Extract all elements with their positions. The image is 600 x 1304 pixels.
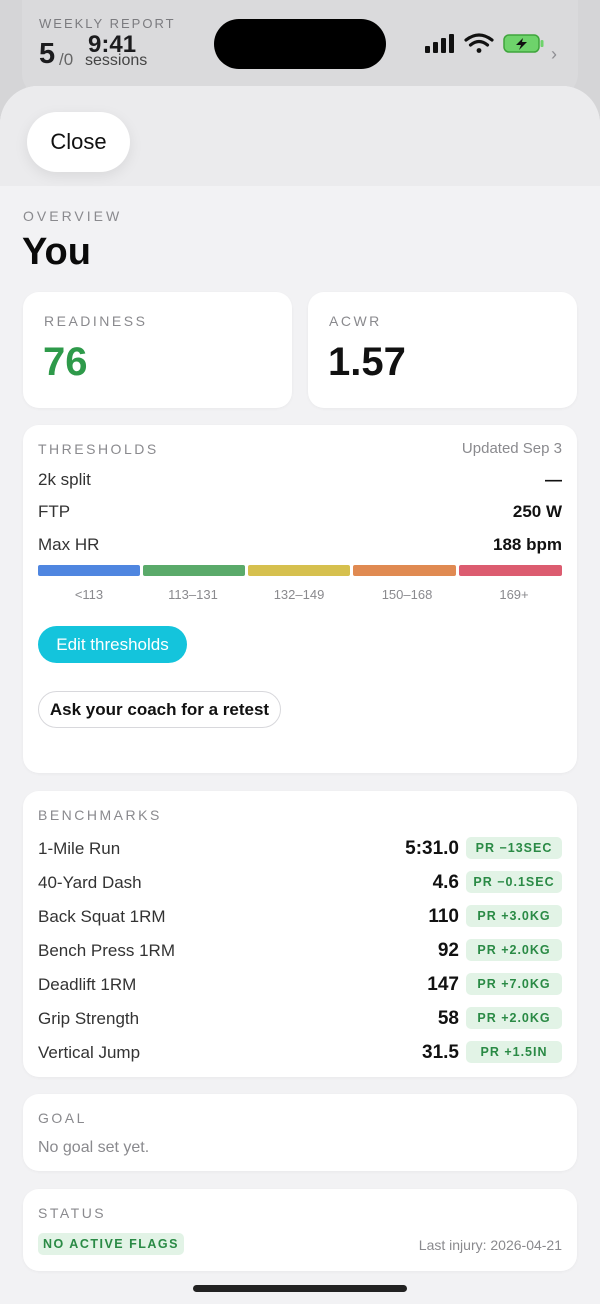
hr-zone-label: 169+ — [499, 587, 529, 602]
benchmarks-card: BENCHMARKS 1-Mile Run 5:31.0 PR −13SEC 40-Y… — [23, 791, 577, 1077]
pr-badge: PR +7.0KG — [466, 973, 562, 995]
hr-zone-label: <113 — [74, 587, 104, 602]
readiness-label: READINESS — [44, 313, 148, 329]
status-icons — [424, 31, 546, 62]
hr-zone-bar-4 — [353, 565, 456, 576]
benchmark-label: 40-Yard Dash — [38, 873, 142, 892]
pr-badge: PR +1.5IN — [466, 1041, 562, 1063]
pr-badge: PR −0.1SEC — [466, 871, 562, 893]
home-indicator[interactable] — [193, 1285, 407, 1292]
status-badge: NO ACTIVE FLAGS — [38, 1233, 184, 1255]
threshold-value: 188 bpm — [493, 535, 562, 554]
page-title: You — [22, 231, 91, 273]
last-injury-text: Last injury: 2026-04-21 — [418, 1237, 562, 1253]
status-card: STATUS NO ACTIVE FLAGS Last injury: 2026… — [23, 1189, 577, 1271]
threshold-row: 2k split — — [38, 468, 562, 492]
benchmark-value: 4.6 — [432, 872, 459, 893]
hr-zone-label: 113–131 — [168, 587, 218, 602]
acwr-label: ACWR — [329, 313, 382, 329]
benchmarks-label: BENCHMARKS — [38, 807, 162, 823]
benchmark-value: 92 — [437, 940, 459, 961]
benchmark-row: 40-Yard Dash 4.6 PR −0.1SEC — [38, 871, 562, 895]
threshold-row: FTP 250 W — [38, 500, 562, 524]
goal-label: GOAL — [38, 1110, 87, 1126]
hr-zone-bar-2 — [143, 565, 245, 576]
benchmark-label: Deadlift 1RM — [38, 975, 137, 994]
threshold-value: — — [545, 470, 562, 489]
benchmark-value: 110 — [428, 906, 459, 927]
thresholds-card: THRESHOLDS Updated Sep 3 2k split — FTP … — [23, 425, 577, 773]
benchmark-label: Grip Strength — [38, 1009, 140, 1028]
benchmark-row: Grip Strength 58 PR +2.0KG — [38, 1007, 562, 1031]
battery-charging-icon — [503, 34, 544, 53]
wifi-icon — [464, 33, 494, 53]
readiness-card: READINESS 76 — [23, 292, 292, 408]
threshold-value: 250 W — [512, 502, 562, 521]
benchmark-label: Back Squat 1RM — [38, 907, 166, 926]
acwr-value: 1.57 — [328, 340, 406, 384]
close-button[interactable]: Close — [27, 112, 130, 172]
benchmark-value: 31.5 — [422, 1042, 459, 1063]
benchmark-row: Deadlift 1RM 147 PR +7.0KG — [38, 973, 562, 997]
edit-thresholds-button[interactable]: Edit thresholds — [38, 626, 187, 663]
benchmark-row: 1-Mile Run 5:31.0 PR −13SEC — [38, 837, 562, 861]
request-retest-button[interactable]: Ask your coach for a retest — [38, 691, 281, 728]
dynamic-island — [214, 19, 386, 69]
hr-zone-bar-5 — [459, 565, 562, 576]
benchmark-value: 147 — [427, 974, 459, 995]
threshold-row: Max HR 188 bpm — [38, 533, 562, 557]
goal-card: GOAL No goal set yet. — [23, 1094, 577, 1171]
section-label: OVERVIEW — [23, 208, 123, 224]
pr-badge: PR −13SEC — [466, 837, 562, 859]
benchmark-value: 5:31.0 — [405, 838, 459, 859]
benchmark-row: Back Squat 1RM 110 PR +3.0KG — [38, 905, 562, 929]
cellular-signal-icon — [425, 34, 454, 53]
pr-badge: PR +2.0KG — [466, 939, 562, 961]
hr-zone-bar-1 — [38, 565, 140, 576]
pr-badge: PR +3.0KG — [466, 905, 562, 927]
sessions-total: /0 — [59, 50, 74, 69]
benchmark-row: Bench Press 1RM 92 PR +2.0KG — [38, 939, 562, 963]
pr-badge: PR +2.0KG — [466, 1007, 562, 1029]
overview-sheet: Close OVERVIEW You READINESS 76 ACWR 1.5… — [0, 86, 600, 1304]
chevron-right-icon[interactable]: › — [551, 44, 557, 65]
benchmark-label: Bench Press 1RM — [38, 941, 175, 960]
thresholds-label: THRESHOLDS — [38, 441, 159, 457]
acwr-card: ACWR 1.57 — [308, 292, 577, 408]
benchmark-row: Vertical Jump 31.5 PR +1.5IN — [38, 1041, 562, 1065]
readiness-value: 76 — [43, 340, 88, 384]
sessions-done: 5 — [39, 38, 56, 70]
benchmark-label: 1-Mile Run — [38, 839, 121, 858]
benchmark-label: Vertical Jump — [38, 1043, 141, 1062]
goal-text: No goal set yet. — [38, 1139, 150, 1156]
thresholds-updated: Updated Sep 3 — [461, 440, 562, 457]
hr-zone-label: 132–149 — [273, 587, 325, 602]
threshold-label: Max HR — [38, 535, 100, 554]
threshold-label: 2k split — [38, 470, 91, 489]
hr-zone-label: 150–168 — [381, 587, 433, 602]
threshold-label: FTP — [38, 502, 71, 521]
weekly-report-label: WEEKLY REPORT — [39, 16, 176, 31]
hr-zone-bar-3 — [248, 565, 350, 576]
sessions-word: sessions — [85, 52, 148, 69]
benchmark-value: 58 — [437, 1008, 459, 1029]
status-label: STATUS — [38, 1205, 107, 1221]
